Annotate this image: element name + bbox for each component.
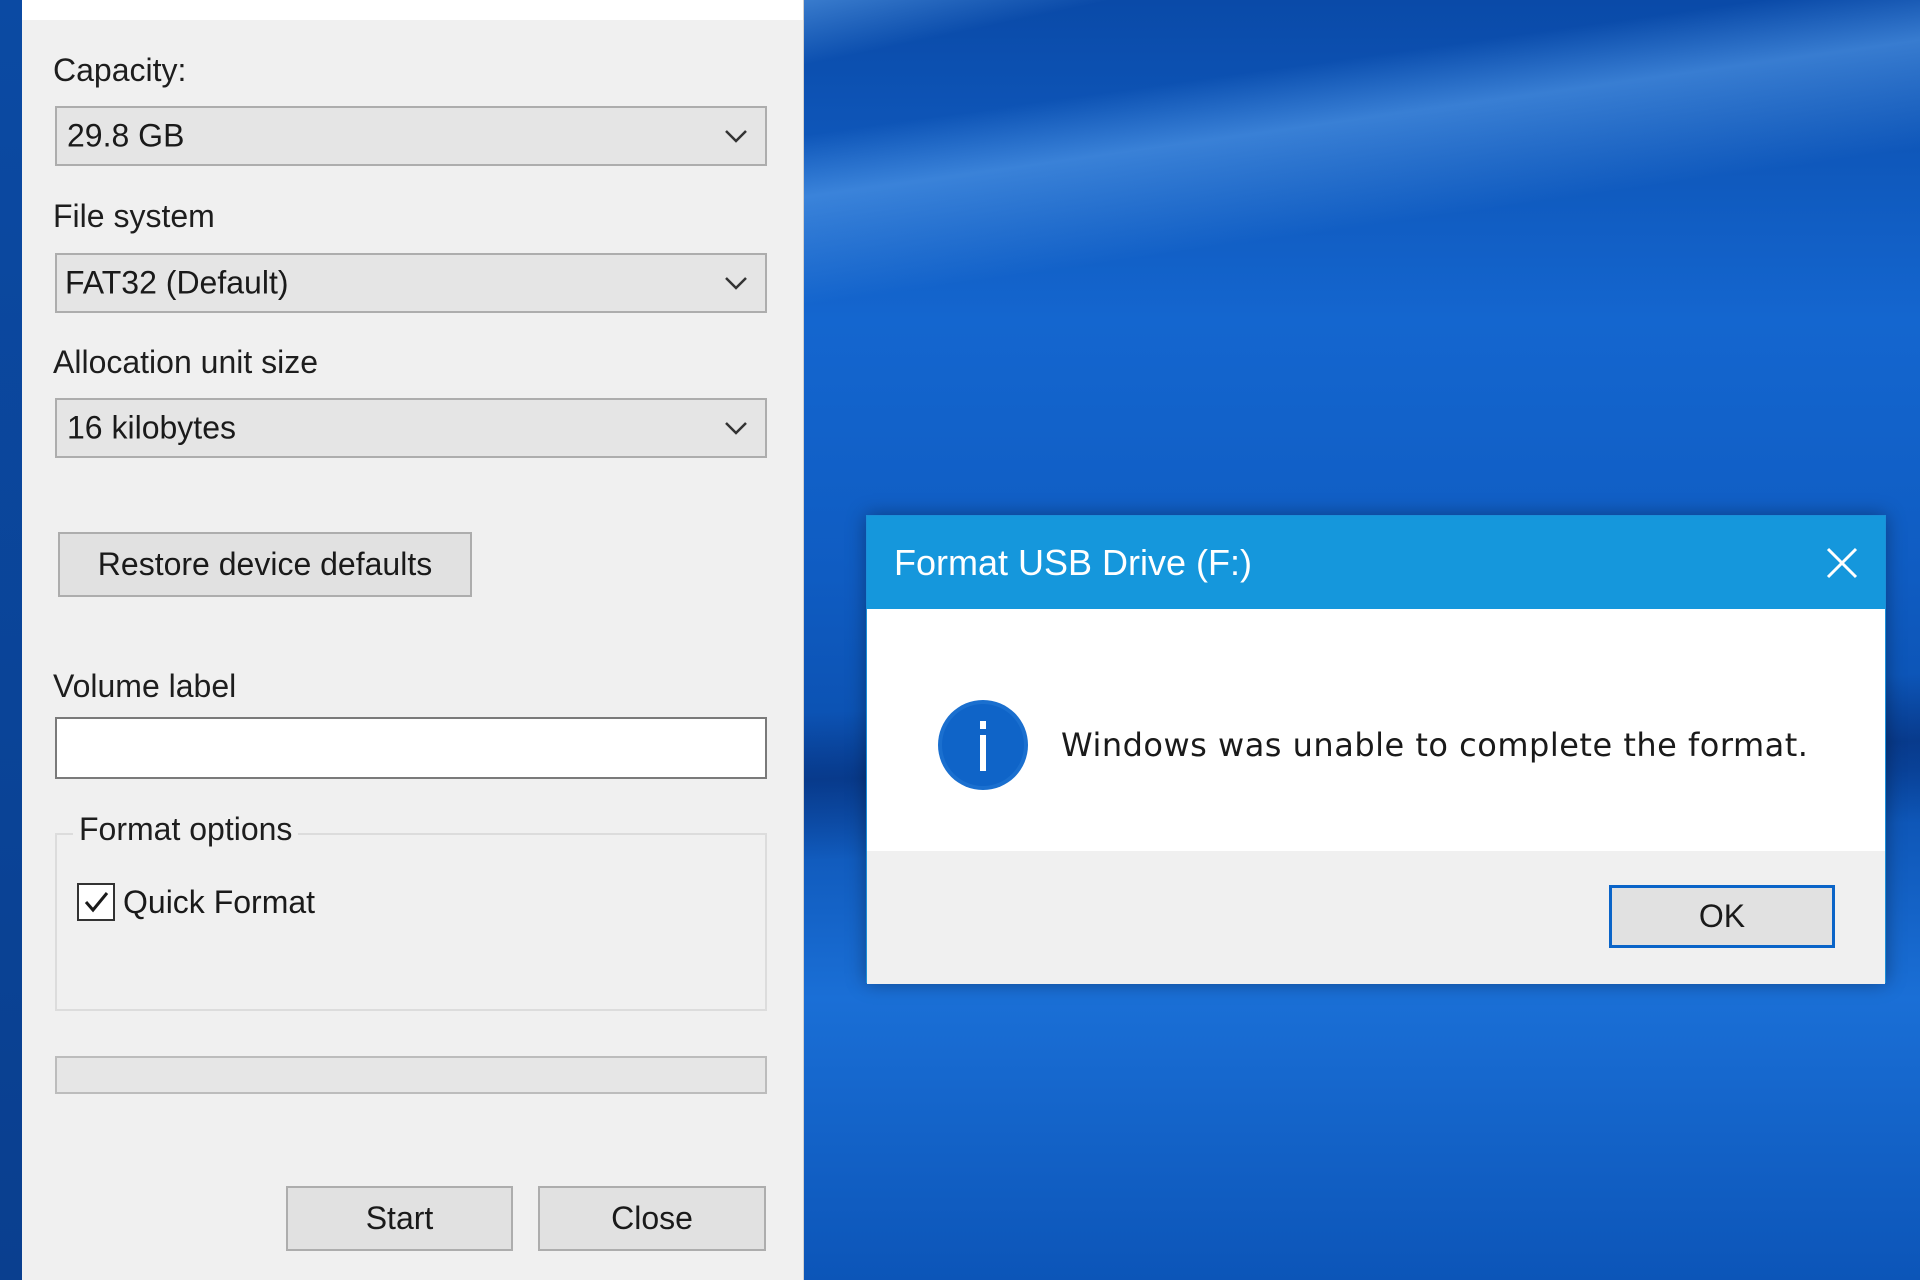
dialog-title: Format USB Drive (F:): [894, 541, 1253, 583]
checkmark-icon: [84, 892, 109, 913]
volume-label-label: Volume label: [53, 668, 237, 704]
close-button[interactable]: Close: [538, 1186, 766, 1251]
format-result-dialog: Format USB Drive (F:) Windows was unable…: [866, 515, 1886, 984]
dialog-body: Windows was unable to complete the forma…: [867, 609, 1885, 851]
desktop-background-left-edge: [0, 0, 22, 1280]
quick-format-checkbox[interactable]: [77, 883, 115, 921]
chevron-down-icon: [725, 277, 747, 290]
capacity-select-value: 29.8 GB: [67, 117, 185, 154]
file-system-select[interactable]: FAT32 (Default): [55, 253, 767, 313]
format-options-title: Format options: [73, 811, 299, 848]
info-icon: [938, 700, 1028, 790]
ok-button[interactable]: OK: [1609, 885, 1835, 948]
volume-label-input[interactable]: [55, 717, 767, 779]
restore-device-defaults-button[interactable]: Restore device defaults: [58, 532, 472, 597]
allocation-unit-size-select[interactable]: 16 kilobytes: [55, 398, 767, 458]
dialog-titlebar: Format USB Drive (F:): [867, 516, 1885, 609]
window-top-strip: [22, 0, 803, 20]
format-progress-bar: [55, 1056, 767, 1094]
capacity-select[interactable]: 29.8 GB: [55, 106, 767, 166]
dialog-close-button[interactable]: [1807, 528, 1877, 598]
capacity-label: Capacity:: [53, 52, 187, 88]
allocation-unit-size-label: Allocation unit size: [53, 344, 319, 380]
format-options-group: Format options Quick Format: [55, 811, 767, 1011]
quick-format-label: Quick Format: [123, 883, 316, 920]
chevron-down-icon: [725, 422, 747, 435]
format-window: Capacity: 29.8 GB File system FAT32 (Def…: [22, 0, 804, 1280]
start-button[interactable]: Start: [286, 1186, 513, 1251]
chevron-down-icon: [725, 130, 747, 143]
dialog-message: Windows was unable to complete the forma…: [1061, 726, 1809, 764]
allocation-unit-size-select-value: 16 kilobytes: [67, 409, 236, 446]
close-icon: [1826, 547, 1858, 579]
file-system-label: File system: [53, 198, 215, 234]
quick-format-option[interactable]: Quick Format: [77, 880, 315, 924]
file-system-select-value: FAT32 (Default): [65, 264, 289, 301]
dialog-footer: OK: [867, 851, 1885, 984]
